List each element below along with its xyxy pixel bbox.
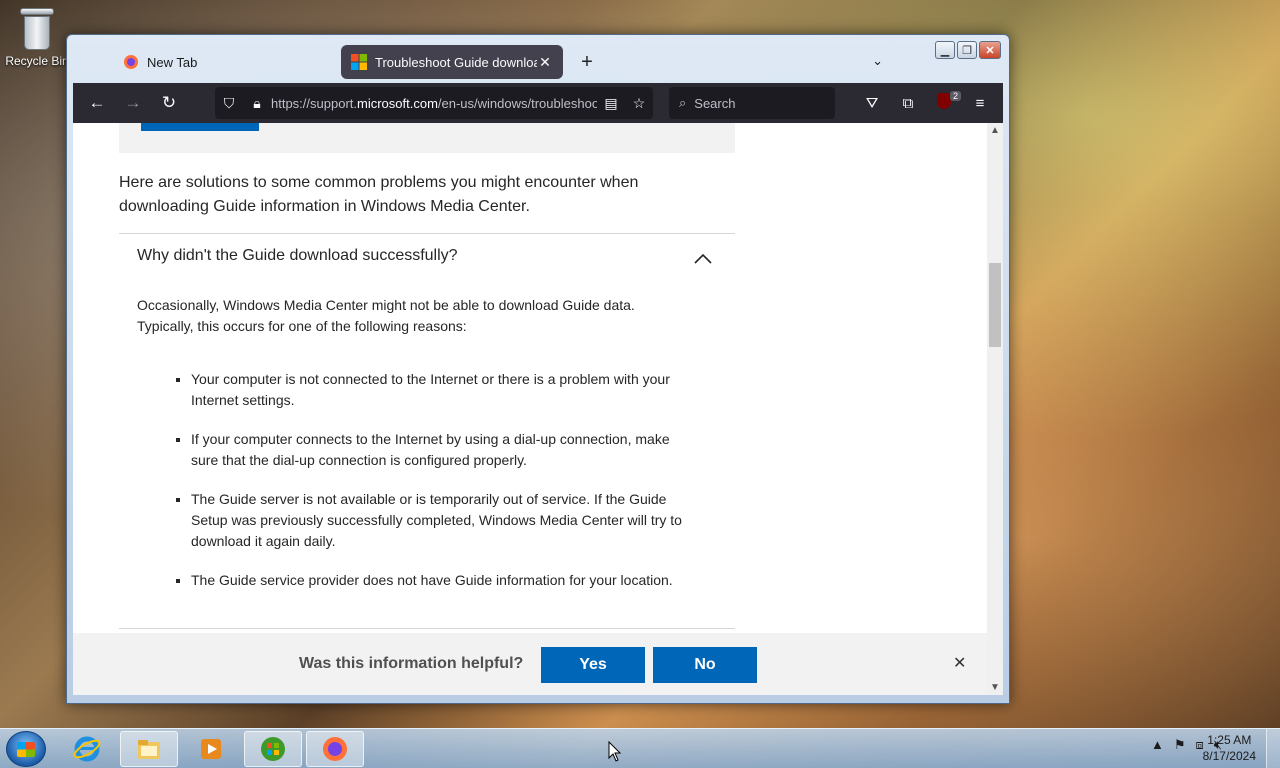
tab-label: Troubleshoot Guide download (375, 54, 537, 70)
file-explorer-button[interactable] (120, 731, 178, 767)
list-item: If your computer connects to the Interne… (191, 429, 683, 471)
page-content: Here are solutions to some common proble… (73, 123, 987, 695)
lock-icon[interactable]: 🔒︎ (243, 95, 271, 112)
tab-troubleshoot-guide[interactable]: Troubleshoot Guide download ✕ (341, 45, 563, 79)
internet-explorer-icon (73, 736, 101, 762)
back-icon[interactable]: ← (79, 93, 115, 113)
recycle-bin[interactable]: Recycle Bin (4, 6, 70, 68)
firefox-window: New Tab ✕ Troubleshoot Guide download ✕ … (66, 34, 1010, 704)
scroll-down-icon[interactable]: ▼ (987, 682, 1003, 693)
media-player-icon (201, 739, 221, 759)
scroll-up-icon[interactable]: ▲ (987, 125, 1003, 136)
microsoft-icon (351, 54, 367, 70)
internet-explorer-button[interactable] (58, 731, 116, 767)
list-item: The Guide server is not available or is … (191, 489, 683, 552)
action-center-flag-icon[interactable]: ⚑ (1174, 737, 1186, 753)
recycle-bin-icon (20, 6, 54, 50)
menu-icon[interactable]: ≡ (967, 95, 993, 112)
intro-text: Here are solutions to some common proble… (119, 174, 639, 215)
toolbar-right: ⛛ ⧉ 2 ≡ (859, 83, 993, 123)
search-input[interactable]: ⌕ Search (669, 87, 835, 119)
chevron-up-icon[interactable] (693, 249, 713, 269)
reload-icon[interactable]: ↻ (151, 93, 187, 113)
list-all-tabs-icon[interactable]: ⌄ (872, 53, 883, 69)
feedback-bar: Was this information helpful? Yes No ✕ (73, 633, 987, 695)
ublock-icon[interactable]: 2 (931, 91, 961, 113)
extensions-icon[interactable]: ⧉ (895, 95, 921, 112)
firefox-icon (323, 737, 347, 761)
tab-strip: New Tab ✕ Troubleshoot Guide download ✕ … (73, 41, 1003, 83)
window-controls: ▁ ❐ ✕ (935, 41, 1001, 59)
windows-media-center-icon (261, 737, 285, 761)
search-icon: ⌕ (679, 95, 687, 110)
firefox-button[interactable] (306, 731, 364, 767)
tab-new-tab[interactable]: New Tab ✕ (113, 45, 369, 79)
show-hidden-icons-icon[interactable]: ▲ (1151, 737, 1164, 753)
no-button[interactable]: No (653, 647, 757, 683)
close-tab-icon[interactable]: ✕ (537, 54, 553, 71)
recycle-bin-label: Recycle Bin (5, 54, 69, 68)
page-scrollbar[interactable]: ▲ ▼ (987, 123, 1003, 695)
list-item: The Guide service provider does not have… (191, 570, 683, 591)
media-player-button[interactable] (182, 731, 240, 767)
clock-date: 8/17/2024 (1202, 749, 1256, 763)
feedback-question: Was this information helpful? (299, 655, 524, 672)
show-desktop-button[interactable] (1266, 729, 1280, 768)
accordion-paragraph: Occasionally, Windows Media Center might… (137, 297, 635, 334)
mouse-cursor-icon (608, 741, 622, 762)
navigation-toolbar: ← → ↻ ⛉ 🔒︎ https://support.microsoft.com… (73, 83, 1003, 123)
clock-time: 1:25 AM (1207, 733, 1252, 747)
divider (119, 233, 735, 234)
url-text[interactable]: https://support.microsoft.com/en-us/wind… (271, 96, 597, 111)
windows-media-center-button[interactable] (244, 731, 302, 767)
clock[interactable]: 1:25 AM 8/17/2024 (1203, 732, 1256, 764)
close-window-button[interactable]: ✕ (979, 41, 1001, 59)
taskbar: ▲ ⚑ ⧈ 🔇︎ 1:25 AM 8/17/2024 (0, 728, 1280, 768)
divider (119, 628, 735, 629)
minimize-button[interactable]: ▁ (935, 41, 955, 59)
reasons-list: Your computer is not connected to the In… (173, 369, 683, 609)
forward-icon[interactable]: → (115, 93, 151, 113)
accordion-header[interactable]: Why didn't the Guide download successful… (137, 247, 717, 271)
scroll-thumb[interactable] (989, 263, 1001, 347)
new-tab-button[interactable]: + (575, 51, 599, 74)
reader-view-icon[interactable]: ▤ (597, 95, 625, 112)
file-explorer-icon (138, 740, 160, 759)
tab-label: New Tab (147, 54, 198, 70)
firefox-icon (124, 55, 138, 69)
extension-badge: 2 (949, 91, 961, 101)
start-button[interactable] (6, 731, 46, 767)
pocket-icon[interactable]: ⛛ (859, 95, 885, 112)
search-placeholder: Search (694, 95, 736, 111)
list-item: Your computer is not connected to the In… (191, 369, 683, 411)
yes-button[interactable]: Yes (541, 647, 645, 683)
address-bar[interactable]: ⛉ 🔒︎ https://support.microsoft.com/en-us… (215, 87, 653, 119)
bookmark-star-icon[interactable]: ☆ (625, 95, 653, 112)
shield-icon[interactable]: ⛉ (215, 95, 243, 112)
close-feedback-icon[interactable]: ✕ (953, 653, 966, 673)
header-button[interactable] (141, 123, 259, 131)
maximize-button[interactable]: ❐ (957, 41, 977, 59)
